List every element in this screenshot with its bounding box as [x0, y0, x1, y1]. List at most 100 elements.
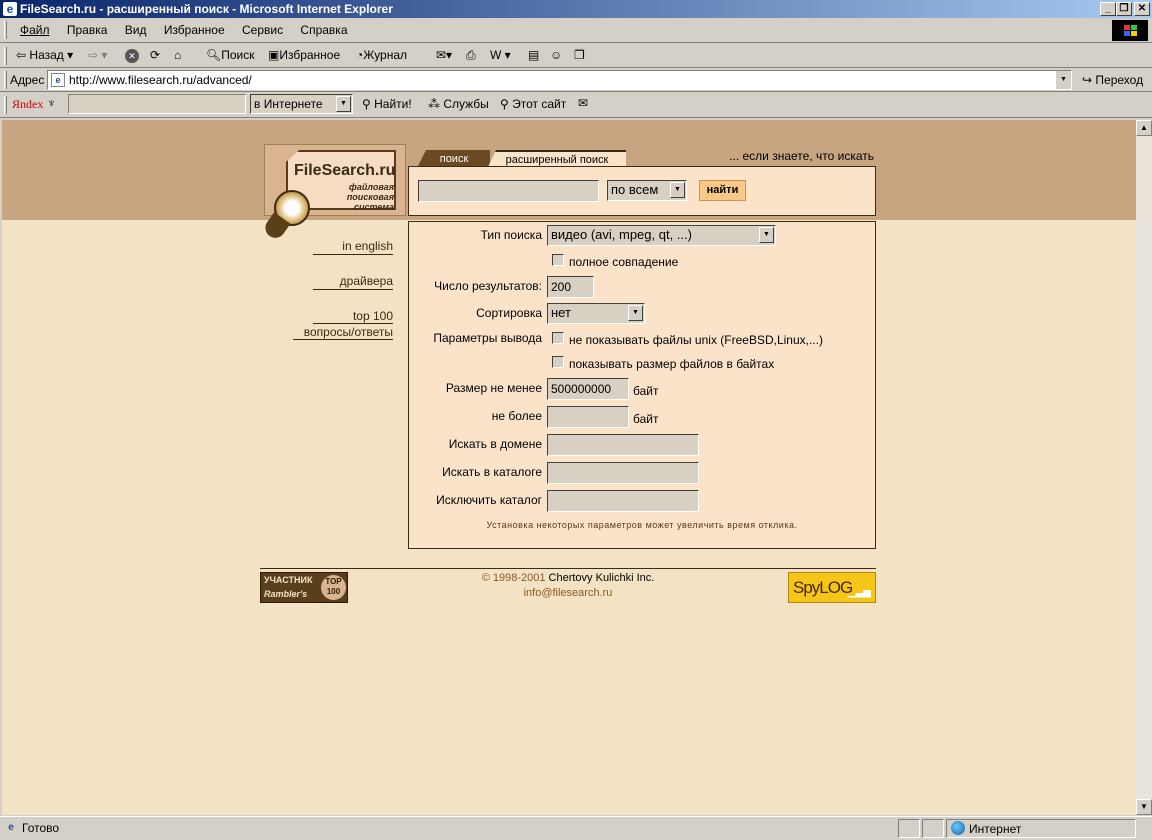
domain-label: Искать в домене — [448, 437, 542, 451]
tab-advanced-search[interactable]: расширенный поиск — [488, 150, 626, 167]
yandex-services-button[interactable]: ⁂ Службы — [428, 97, 489, 111]
status-bar: e Готово Интернет — [0, 816, 1152, 840]
bytes-label: показывать размер файлов в байтах — [569, 357, 775, 371]
hide-unix-label: не показывать файлы unix (FreeBSD,Linux,… — [569, 333, 823, 347]
logo-tag-3: система — [353, 202, 394, 212]
search-type-label: Тип поиска — [480, 228, 542, 242]
print-icon[interactable]: ⎙ — [466, 44, 476, 66]
address-dropdown-icon[interactable]: ▼ — [1055, 71, 1071, 89]
search-box: по всем ▼ найти — [408, 166, 876, 216]
restore-button[interactable]: ❐ — [1116, 2, 1132, 16]
zone-panel: Интернет — [946, 819, 1136, 838]
menu-view[interactable]: Вид — [125, 23, 147, 37]
yandex-find-button[interactable]: ⚲ Найти! — [362, 97, 412, 111]
globe-icon — [951, 821, 965, 835]
catalog-input[interactable] — [547, 462, 699, 484]
max-size-unit: байт — [633, 412, 659, 426]
yandex-this-site-button[interactable]: ⚲ Этот сайт — [500, 97, 566, 111]
favorites-button[interactable]: ▣Избранное — [268, 44, 340, 66]
logo-tag-1: файловая — [348, 182, 394, 192]
refresh-icon[interactable]: ⟳ — [150, 44, 160, 66]
menu-help[interactable]: Справка — [300, 23, 347, 37]
advanced-form: Тип поиска видео (avi, mpeg, qt, ...) ▼ п… — [408, 221, 876, 549]
this-site-icon: ⚲ — [500, 97, 509, 111]
mail-icon[interactable]: ✉▾ — [436, 44, 452, 66]
scroll-down-icon[interactable]: ▼ — [1136, 799, 1152, 815]
hint-text: ... если знаете, что искать — [729, 149, 874, 163]
history-button[interactable]: ◔Журнал — [356, 44, 407, 66]
sort-select[interactable]: нет ▼ — [547, 303, 645, 324]
bytes-checkbox[interactable] — [552, 356, 564, 368]
standard-toolbar: ⇦ Назад ▾ ⇨ ▾ ✕ ⟳ ⌂ 🔍︎Поиск ▣Избранное ◔… — [0, 44, 1152, 68]
minimize-button[interactable]: _ — [1100, 2, 1116, 16]
rambler-top100-badge[interactable]: УЧАСТНИК Rambler's TOP 100 — [260, 572, 348, 603]
hide-unix-checkbox[interactable] — [552, 332, 564, 344]
exclude-catalog-input[interactable] — [547, 490, 699, 512]
min-size-label: Размер не менее — [445, 381, 542, 395]
window-icon[interactable]: ❐ — [574, 44, 585, 66]
results-count-label: Число результатов: — [434, 279, 542, 293]
logo-tag-2: поисковая — [346, 192, 394, 202]
search-scope-select[interactable]: по всем ▼ — [607, 180, 687, 201]
main-search-input[interactable] — [418, 180, 599, 202]
search-icon: 🔍︎ — [206, 48, 222, 62]
domain-input[interactable] — [547, 434, 699, 456]
spylog-badge[interactable]: SpyLOG ▁▃▅ — [788, 572, 876, 603]
menu-tools[interactable]: Сервис — [242, 23, 283, 37]
nav-top100[interactable]: top 100 — [313, 309, 393, 323]
status-text: Готово — [22, 821, 60, 835]
nav-english[interactable]: in english — [313, 239, 393, 253]
footer: УЧАСТНИК Rambler's TOP 100 © 1998-2001 Ch… — [260, 568, 876, 603]
find-button[interactable]: найти — [699, 180, 746, 201]
yandex-scope-select[interactable]: в Интернете ▼ — [250, 94, 353, 114]
yandex-bar: Яndex ♆ в Интернете ▼ ⚲ Найти! ⁂ Службы ⚲… — [0, 93, 1152, 118]
exact-match-checkbox[interactable] — [552, 254, 564, 266]
chevron-down-icon: ▼ — [759, 227, 774, 243]
flashlight-icon — [261, 186, 314, 242]
page-viewport: FileSearch.ru файловая поисковая система… — [2, 120, 1136, 815]
nav-drivers[interactable]: драйвера — [313, 274, 393, 288]
vertical-scrollbar[interactable]: ▲ ▼ — [1136, 120, 1152, 815]
menu-favorites[interactable]: Избранное — [164, 23, 225, 37]
max-size-label: не более — [491, 409, 542, 423]
edit-icon[interactable]: W ▾ — [490, 44, 511, 66]
services-icon: ⁂ — [428, 97, 440, 111]
exact-match-label: полное совпадение — [569, 255, 679, 269]
back-button[interactable]: ⇦ Назад ▾ — [16, 44, 73, 66]
min-size-input[interactable]: 500000000 — [547, 378, 629, 400]
nav-faq[interactable]: вопросы/ответы — [293, 325, 393, 339]
favorites-icon: ▣ — [268, 48, 280, 62]
contact-email[interactable]: info@filesearch.ru — [410, 587, 726, 599]
page-icon: e — [51, 73, 65, 87]
magnifier-icon: ⚲ — [362, 97, 371, 111]
tab-simple-search[interactable]: поиск — [418, 150, 490, 166]
yandex-mail-icon[interactable]: ✉ — [578, 96, 588, 110]
menu-file[interactable]: Файл — [20, 23, 50, 37]
output-params-label: Параметры вывода — [433, 331, 542, 345]
title-bar: e FileSearch.ru - расширенный поиск - Mi… — [0, 0, 1152, 18]
max-size-input[interactable] — [547, 406, 629, 428]
menu-bar: Файл Правка Вид Избранное Сервис Справка — [0, 18, 1152, 43]
menu-edit[interactable]: Правка — [67, 23, 108, 37]
antenna-icon: ♆ — [47, 96, 56, 110]
back-arrow-icon: ⇦ — [16, 48, 27, 62]
scroll-up-icon[interactable]: ▲ — [1136, 120, 1152, 136]
stop-icon[interactable]: ✕ — [125, 44, 139, 66]
catalog-label: Искать в каталоге — [442, 465, 542, 479]
search-button[interactable]: 🔍︎Поиск — [206, 44, 255, 66]
address-bar: Адрес e http://www.filesearch.ru/advance… — [0, 69, 1152, 92]
address-input[interactable]: e http://www.filesearch.ru/advanced/ ▼ — [47, 70, 1072, 90]
results-count-input[interactable]: 200 — [547, 276, 594, 298]
logo-name: FileSearch.ru — [294, 162, 396, 179]
messenger-icon[interactable]: ☺ — [550, 44, 562, 66]
search-type-select[interactable]: видео (avi, mpeg, qt, ...) ▼ — [547, 225, 776, 246]
forward-button[interactable]: ⇨ ▾ — [88, 44, 107, 66]
close-button[interactable]: ✕ — [1134, 2, 1150, 16]
ie-icon: e — [3, 2, 17, 16]
home-icon[interactable]: ⌂ — [174, 44, 181, 66]
chevron-down-icon: ▼ — [670, 182, 685, 198]
discuss-icon[interactable]: ▤ — [528, 44, 539, 66]
go-button[interactable]: ↪ Переход — [1082, 73, 1143, 87]
windows-logo-icon — [1112, 20, 1148, 41]
yandex-search-input[interactable] — [68, 94, 246, 114]
